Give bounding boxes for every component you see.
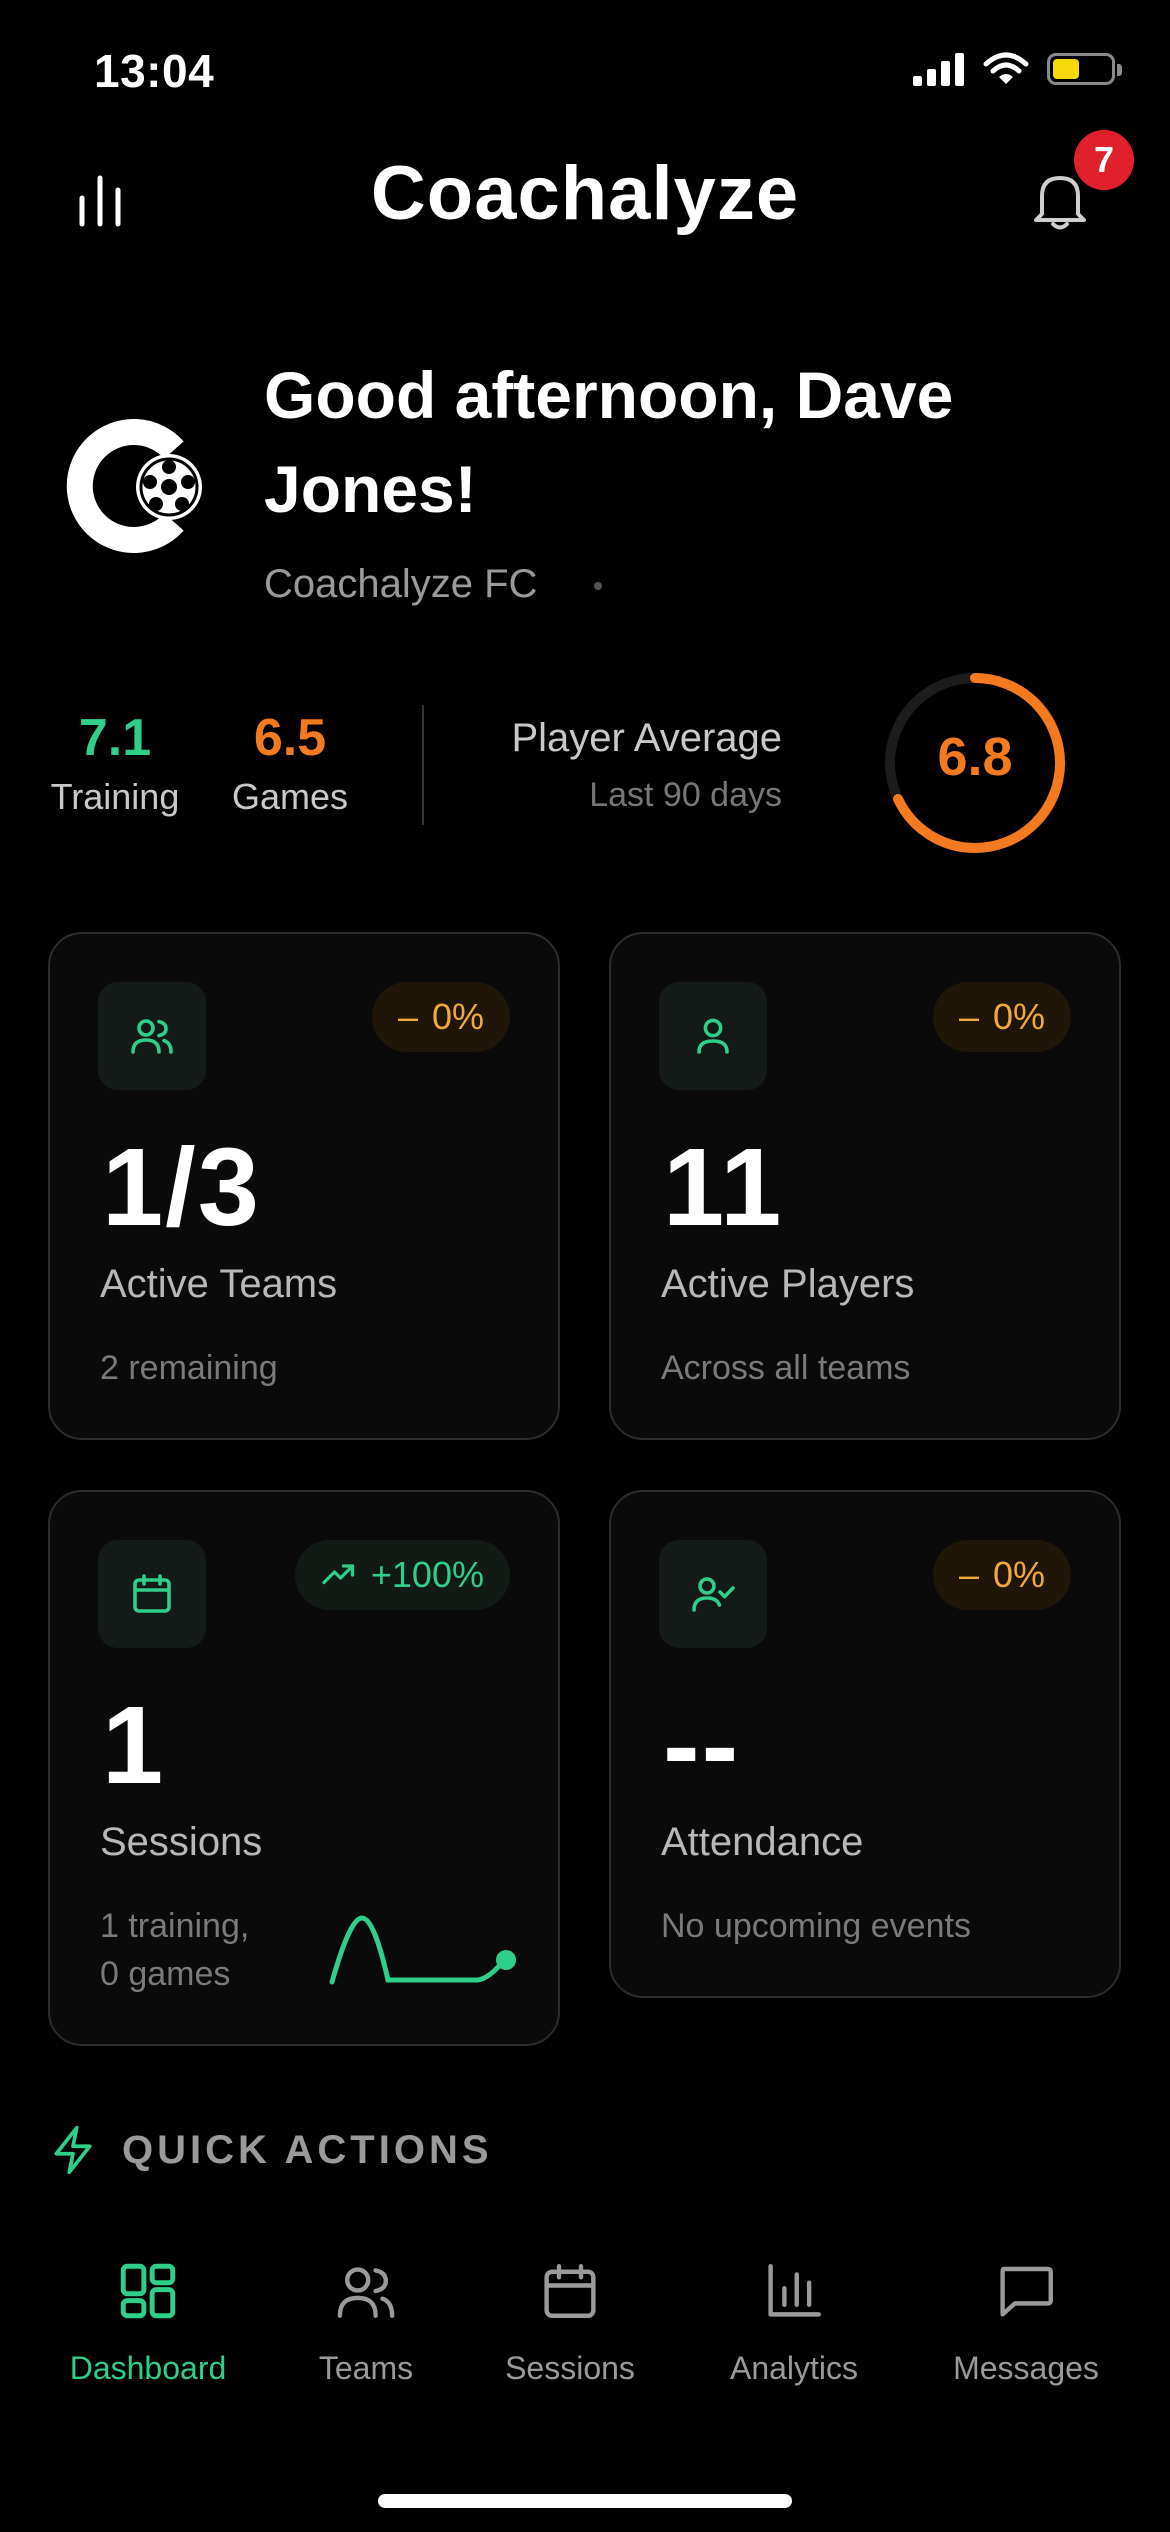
active-players-sub: Across all teams <box>661 1349 911 1387</box>
games-rating-label: Games <box>231 776 349 817</box>
calendar-icon <box>544 2264 596 2318</box>
attendance-label: Attendance <box>661 1820 864 1864</box>
neutral-dash-icon: – <box>958 1554 979 1595</box>
training-rating: 7.1 Training <box>40 708 190 818</box>
battery-icon <box>1047 53 1122 85</box>
active-teams-value: 1/3 <box>102 1126 261 1249</box>
sessions-sub: 1 training, 0 games <box>100 1902 249 1998</box>
status-time: 13:04 <box>94 45 215 97</box>
sessions-value: 1 <box>102 1684 166 1807</box>
users-icon <box>131 1019 173 1054</box>
active-teams-trend-pill: – 0% <box>371 982 510 1052</box>
notification-badge[interactable]: 7 <box>1074 130 1134 190</box>
user-icon <box>697 1018 729 1054</box>
games-rating: 6.5 Games <box>220 708 360 818</box>
active-players-label: Active Players <box>661 1262 915 1306</box>
player-average-value: 6.8 <box>937 727 1013 787</box>
attendance-trend-value: 0% <box>992 1554 1045 1595</box>
player-average-title: Player Average <box>511 716 782 760</box>
tab-sessions[interactable]: Sessions <box>480 2258 660 2387</box>
message-icon <box>1000 2266 1053 2317</box>
greeting-heading: Good afternoon, Dave Jones! <box>264 358 954 526</box>
users-icon <box>337 2267 395 2318</box>
active-teams-trend-value: 0% <box>431 996 484 1037</box>
sessions-trend-value: +100% <box>370 1554 484 1595</box>
user-check-icon <box>692 1577 735 1612</box>
neutral-dash-icon: – <box>397 996 418 1037</box>
active-teams-label: Active Teams <box>100 1262 338 1306</box>
tab-teams-label: Teams <box>318 2350 414 2386</box>
neutral-dash-icon: – <box>958 996 979 1037</box>
active-players-card[interactable]: – 0% 11 Active Players Across all teams <box>609 932 1121 1440</box>
sessions-sub-games: 0 games <box>100 1955 231 1993</box>
trending-up-icon <box>322 1564 355 1585</box>
training-rating-value: 7.1 <box>78 709 152 767</box>
sessions-label: Sessions <box>100 1820 263 1864</box>
active-teams-sub: 2 remaining <box>100 1349 278 1387</box>
calendar-icon-box <box>98 1540 206 1648</box>
tab-sessions-label: Sessions <box>505 2350 635 2386</box>
cellular-signal-icon <box>913 53 964 86</box>
active-players-trend-value: 0% <box>992 996 1045 1037</box>
tab-analytics[interactable]: Analytics <box>704 2258 884 2387</box>
player-average-subtitle: Last 90 days <box>589 776 782 814</box>
tab-dashboard[interactable]: Dashboard <box>46 2258 250 2387</box>
tab-analytics-label: Analytics <box>729 2350 859 2386</box>
active-players-value: 11 <box>663 1126 784 1249</box>
attendance-card[interactable]: – 0% -- Attendance No upcoming events <box>609 1490 1121 1998</box>
tab-messages-label: Messages <box>953 2350 1099 2386</box>
status-icons <box>913 52 1122 86</box>
club-name: Coachalyze FC <box>264 562 538 606</box>
calendar-icon <box>133 1574 171 1613</box>
tab-messages[interactable]: Messages <box>936 2258 1116 2387</box>
lightning-icon <box>54 2125 92 2175</box>
active-teams-card[interactable]: – 0% 1/3 Active Teams 2 remaining <box>48 932 560 1440</box>
attendance-value: -- <box>663 1684 741 1807</box>
wifi-icon <box>983 52 1029 84</box>
attendance-sub: No upcoming events <box>661 1907 971 1945</box>
brand-wordmark: Coachalyze <box>370 151 800 236</box>
active-players-trend-pill: – 0% <box>932 982 1071 1052</box>
tab-dashboard-label: Dashboard <box>69 2350 227 2386</box>
bar-chart-icon <box>768 2264 821 2317</box>
sessions-sub-training: 1 training, <box>100 1907 250 1945</box>
sessions-card[interactable]: +100% 1 Sessions 1 training, 0 games <box>48 1490 560 2046</box>
home-indicator <box>378 2494 792 2508</box>
games-rating-value: 6.5 <box>253 709 327 767</box>
sessions-trend-pill: +100% <box>294 1540 510 1610</box>
attendance-trend-pill: – 0% <box>932 1540 1071 1610</box>
user-check-icon-box <box>659 1540 767 1648</box>
club-separator-dot <box>594 582 602 590</box>
training-rating-label: Training <box>50 776 180 817</box>
dashboard-icon <box>120 2263 176 2319</box>
team-logo <box>66 419 202 553</box>
tab-teams[interactable]: Teams <box>276 2258 456 2387</box>
sessions-sparkline <box>329 1915 516 1985</box>
user-icon-box <box>659 982 767 1090</box>
ratings-divider <box>422 705 424 825</box>
users-icon-box <box>98 982 206 1090</box>
quick-actions-heading: QUICK ACTIONS <box>122 2128 493 2172</box>
